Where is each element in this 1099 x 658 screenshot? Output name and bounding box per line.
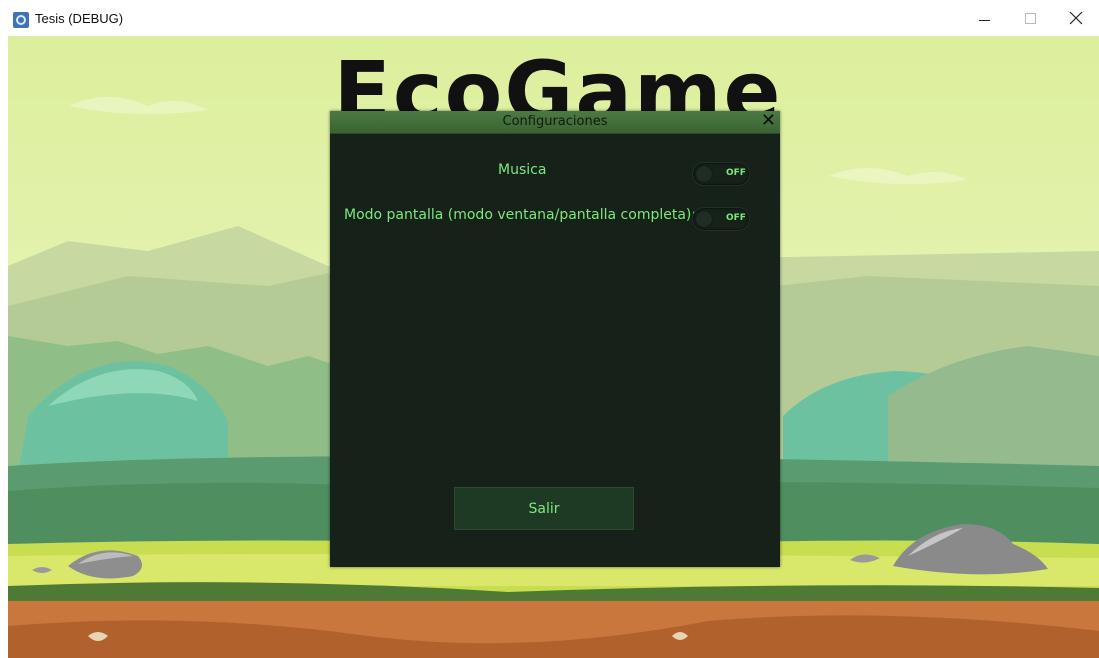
- music-toggle[interactable]: OFF: [693, 163, 749, 185]
- toggle-knob: [696, 211, 712, 227]
- close-icon: [1069, 11, 1083, 25]
- minimize-icon: [978, 19, 990, 21]
- game-viewport[interactable]: EcoGame Configuraciones ✕ Musica OFF Mod…: [8, 36, 1099, 658]
- close-icon: ✕: [760, 110, 776, 131]
- title-bar[interactable]: Tesis (DEBUG): [0, 0, 1099, 36]
- window-title: Tesis (DEBUG): [35, 11, 124, 26]
- close-window-button[interactable]: [1053, 0, 1099, 36]
- screen-mode-toggle-state: OFF: [726, 213, 746, 223]
- dialog-header[interactable]: Configuraciones ✕: [330, 110, 780, 134]
- minimize-button[interactable]: [961, 0, 1007, 36]
- exit-button[interactable]: Salir: [455, 488, 633, 529]
- app-window: Tesis (DEBUG) EcoGame Configuraciones ✕ …: [0, 0, 1099, 658]
- app-icon: [13, 12, 29, 28]
- screen-mode-toggle[interactable]: OFF: [693, 208, 749, 230]
- screen-mode-label: Modo pantalla (modo ventana/pantalla com…: [344, 207, 697, 223]
- maximize-button[interactable]: [1007, 0, 1053, 36]
- music-toggle-state: OFF: [726, 168, 746, 178]
- dialog-title: Configuraciones: [502, 114, 608, 129]
- settings-dialog: Configuraciones ✕ Musica OFF Modo pantal…: [330, 110, 780, 567]
- dialog-close-button[interactable]: ✕: [761, 110, 776, 132]
- music-label: Musica: [498, 162, 547, 178]
- maximize-icon: [1024, 12, 1036, 24]
- toggle-knob: [696, 166, 712, 182]
